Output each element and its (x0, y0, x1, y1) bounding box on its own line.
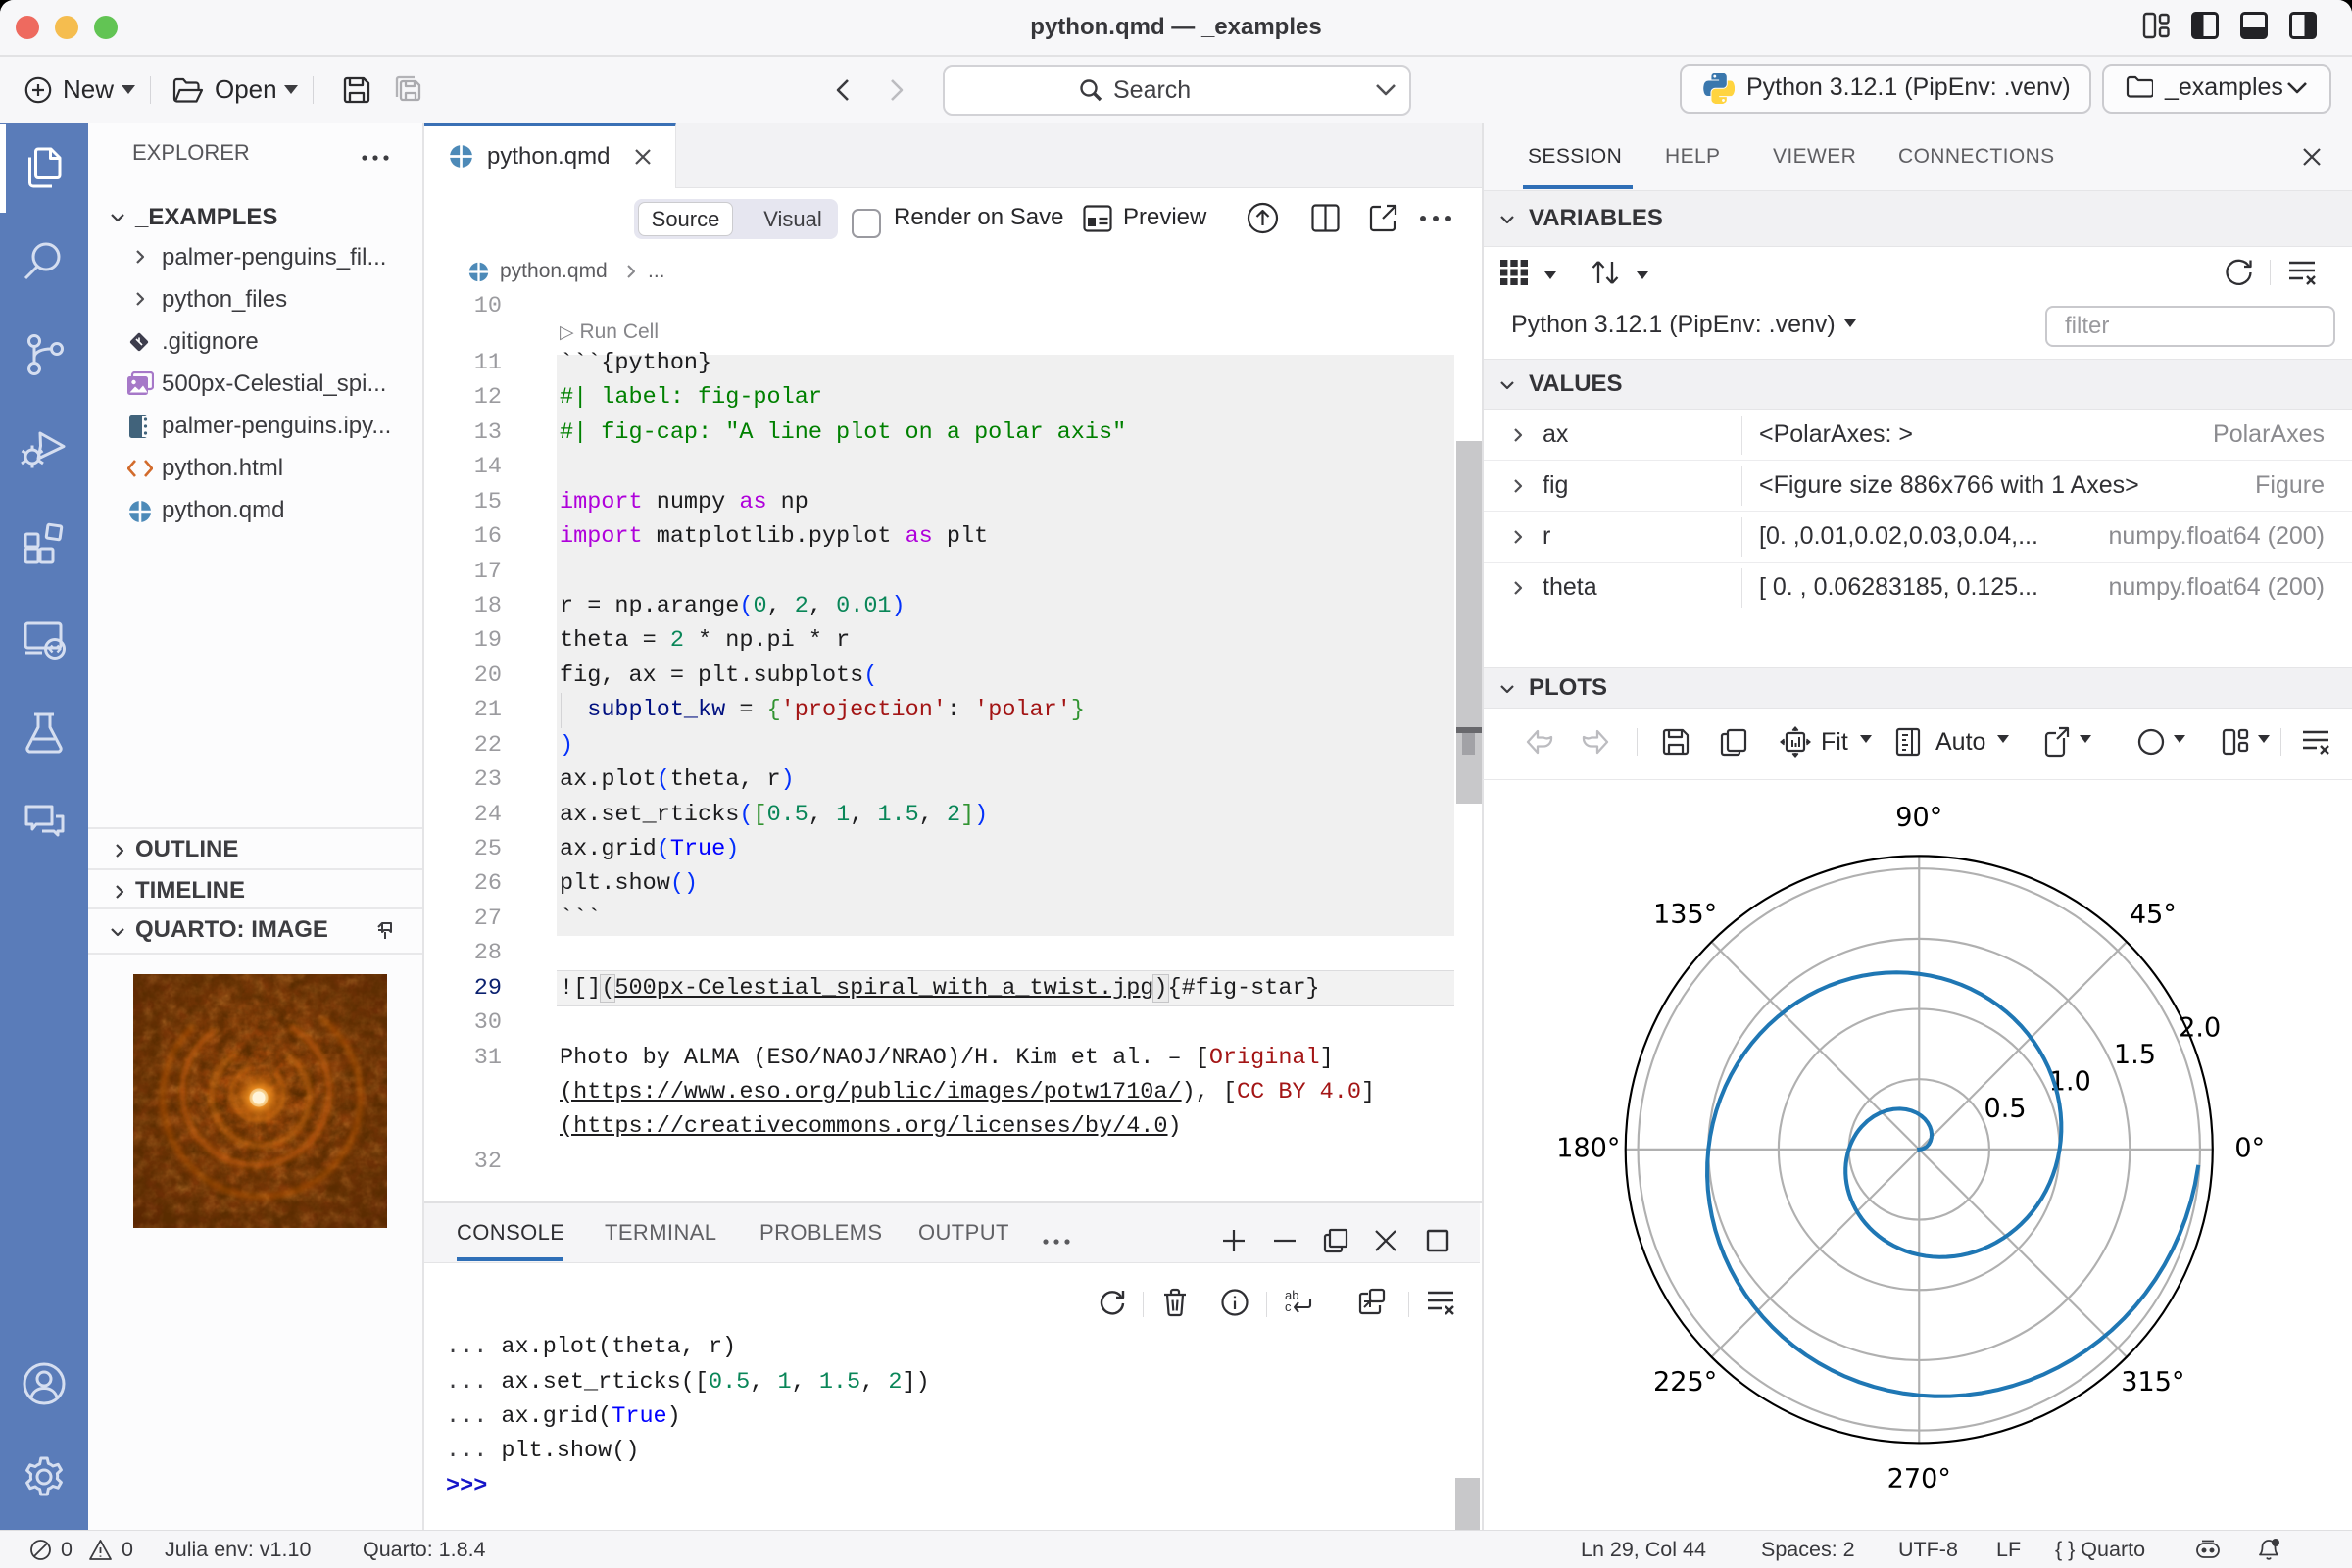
svg-text:c: c (1285, 1299, 1292, 1314)
